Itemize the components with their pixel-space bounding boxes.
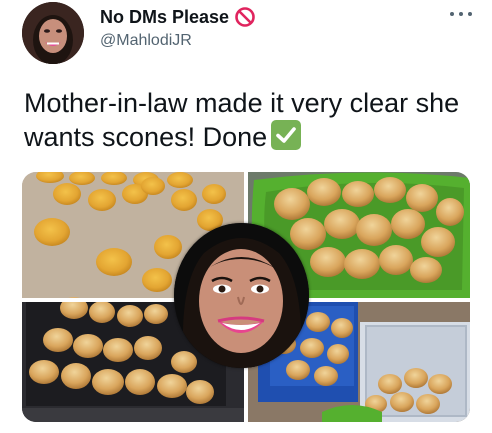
more-options-icon[interactable] (450, 6, 472, 22)
tweet-text: Mother-in-law made it very clear she wan… (24, 86, 474, 154)
avatar-photo-icon (22, 2, 84, 64)
display-name[interactable]: No DMs Please (100, 7, 229, 28)
name-row: No DMs Please (100, 6, 440, 28)
check-mark-button-icon (271, 120, 302, 150)
no-entry-sign-icon (234, 6, 256, 28)
avatar[interactable] (22, 2, 84, 64)
profile-photo-overlay (174, 223, 309, 368)
smiling-face-photo-icon (174, 223, 309, 368)
user-handle[interactable]: @MahlodiJR (100, 32, 440, 50)
tweet-header: No DMs Please @MahlodiJR (100, 6, 440, 50)
tweet: No DMs Please @MahlodiJR Mother-in-law m… (0, 0, 492, 433)
tweet-text-content: Mother-in-law made it very clear she wan… (24, 88, 460, 152)
